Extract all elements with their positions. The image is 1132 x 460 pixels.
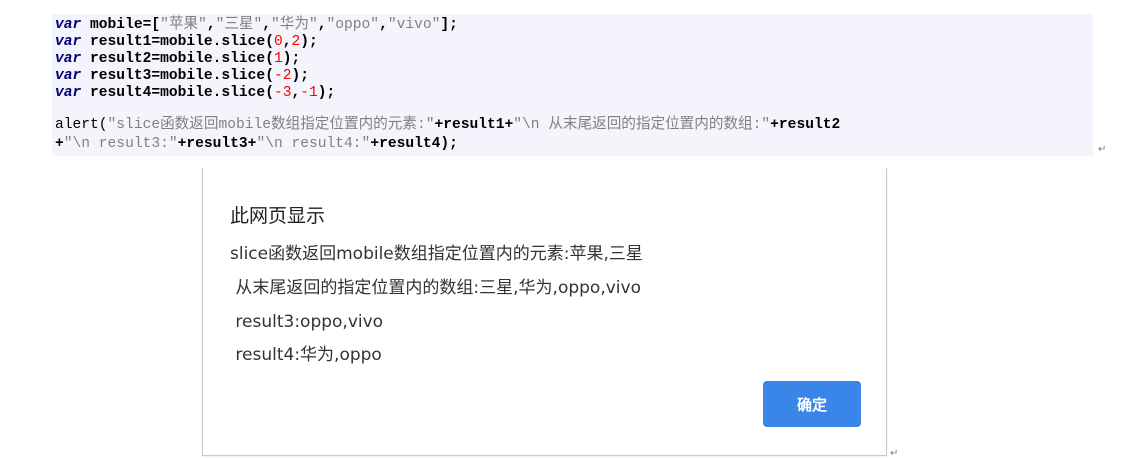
code-string: "slice函数返回mobile数组指定位置内的元素:" xyxy=(107,117,435,133)
code-string: "vivo" xyxy=(387,17,441,33)
dialog-message-line: 从末尾返回的指定位置内的数组:三星,华为,oppo,vivo xyxy=(230,278,641,298)
code-line-5: var result4=mobile.slice(-3,-1); xyxy=(55,85,335,102)
code-decl: result1=mobile.slice( xyxy=(81,34,274,50)
code-number: -3 xyxy=(273,85,292,101)
code-line-4: var result3=mobile.slice(-2); xyxy=(55,68,309,85)
code-block: var mobile=["苹果","三星","华为","oppo","vivo"… xyxy=(52,14,1093,156)
keyword-var: var xyxy=(55,68,82,84)
code-punct: ); xyxy=(317,85,336,101)
code-line-1: var mobile=["苹果","三星","华为","oppo","vivo"… xyxy=(55,17,458,33)
code-punct: ); xyxy=(291,68,309,84)
paragraph-mark-icon: ↵ xyxy=(890,448,899,459)
code-punct: , xyxy=(291,85,301,101)
code-decl: result2=mobile.slice( xyxy=(81,51,274,67)
dialog-message-line: result3:oppo,vivo xyxy=(230,312,384,332)
code-punct: ]; xyxy=(440,17,458,33)
code-punct: ); xyxy=(282,51,301,67)
keyword-var: var xyxy=(55,51,82,67)
code-number: -2 xyxy=(273,68,292,84)
code-concat: +result4); xyxy=(370,136,458,152)
code-decl: mobile=[ xyxy=(81,17,161,33)
code-concat: +result1+ xyxy=(434,117,514,133)
code-number: 1 xyxy=(273,51,283,67)
code-number: 0 xyxy=(273,34,283,50)
code-line-7: +"\n result3:"+result3+"\n result4:"+res… xyxy=(55,136,458,153)
dialog-message-line: result4:华为,oppo xyxy=(230,345,382,365)
code-decl: result4=mobile.slice( xyxy=(81,85,274,101)
code-string: "oppo" xyxy=(326,17,380,33)
code-line-3: var result2=mobile.slice(1); xyxy=(55,51,300,68)
code-concat: +result3+ xyxy=(177,136,257,152)
code-string: "华为" xyxy=(271,17,318,33)
code-string: "\n 从末尾返回的指定位置内的数组:" xyxy=(513,117,771,133)
code-number: 2 xyxy=(291,34,301,50)
code-string: "\n result3:" xyxy=(63,136,178,152)
code-concat: + xyxy=(55,136,64,152)
code-string: "三星" xyxy=(215,17,263,33)
keyword-var: var xyxy=(55,17,82,33)
code-call: alert( xyxy=(55,117,108,133)
code-line-2: var result1=mobile.slice(0,2); xyxy=(55,34,318,51)
keyword-var: var xyxy=(55,85,82,101)
code-string: "\n result4:" xyxy=(256,136,371,152)
code-concat: +result2 xyxy=(770,117,841,133)
alert-dialog: 此网页显示 slice函数返回mobile数组指定位置内的元素:苹果,三星 从末… xyxy=(202,168,887,456)
dialog-message-line: slice函数返回mobile数组指定位置内的元素:苹果,三星 xyxy=(230,244,643,264)
code-decl: result3=mobile.slice( xyxy=(81,68,274,84)
code-number: -1 xyxy=(300,85,318,101)
paragraph-mark-icon: ↵ xyxy=(1098,144,1107,155)
code-punct: ); xyxy=(300,34,318,50)
dialog-title: 此网页显示 xyxy=(230,205,326,227)
code-string: "苹果" xyxy=(160,17,207,33)
ok-button[interactable]: 确定 xyxy=(763,381,861,427)
code-line-6: alert("slice函数返回mobile数组指定位置内的元素:"+resul… xyxy=(55,117,840,134)
keyword-var: var xyxy=(55,34,82,50)
